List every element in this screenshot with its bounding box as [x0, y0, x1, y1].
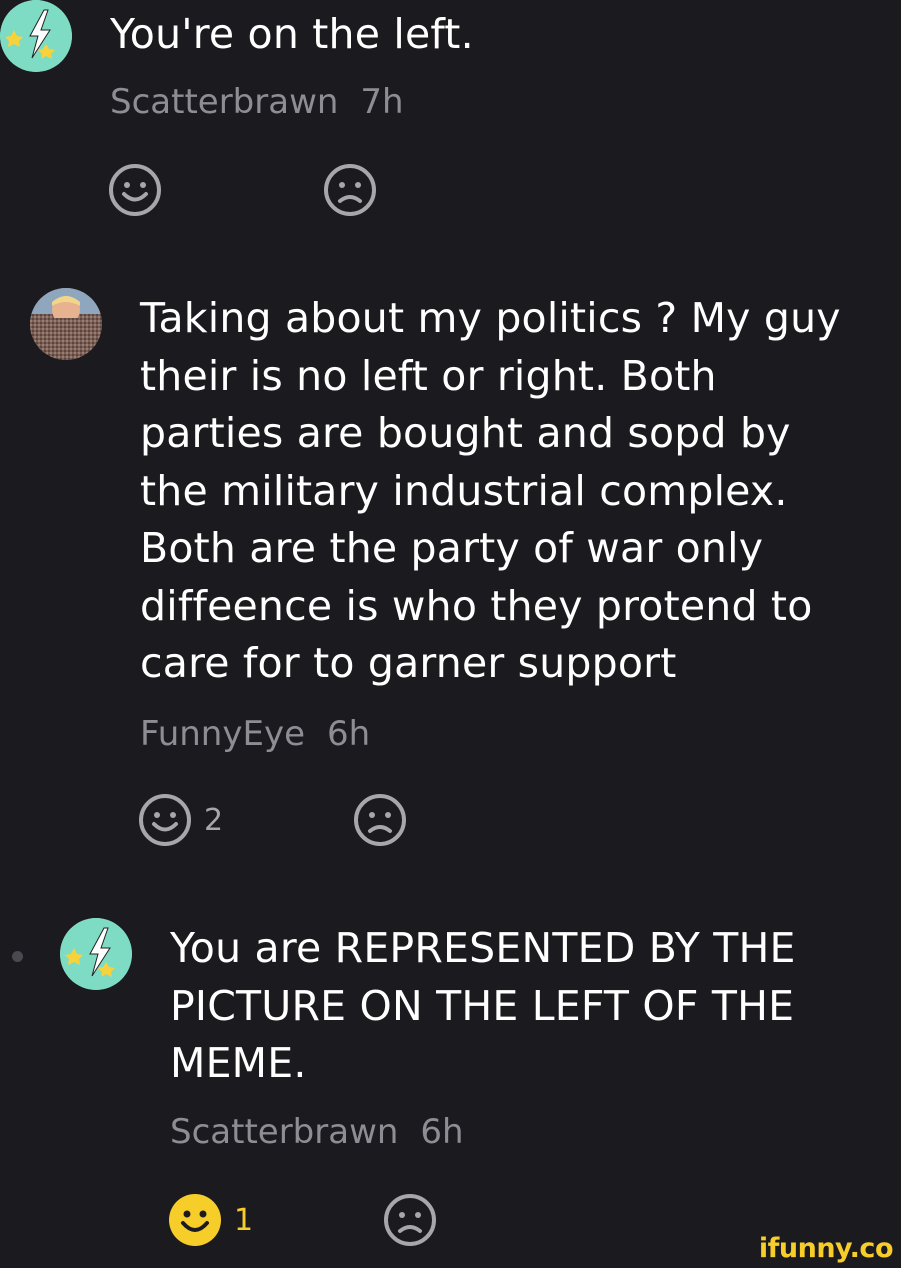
user-avatar[interactable] [30, 288, 102, 360]
photo-avatar-icon [30, 288, 102, 360]
ifunny-watermark: ifunny.co [758, 1233, 894, 1264]
comment-text: You're on the left. [110, 10, 474, 58]
user-avatar[interactable] [60, 918, 132, 990]
smile-filled-icon [169, 1194, 221, 1246]
dislike-button[interactable] [323, 163, 377, 217]
comment-meta: Scatterbrawn 7h [110, 82, 404, 122]
like-button[interactable]: 2 [138, 793, 223, 847]
lightning-stars-avatar-icon [0, 0, 72, 72]
timestamp: 6h [420, 1112, 464, 1152]
smile-icon [139, 794, 191, 846]
author-name[interactable]: Scatterbrawn [110, 82, 338, 122]
smile-icon [109, 164, 161, 216]
comment-meta: Scatterbrawn 6h [170, 1112, 464, 1152]
comment-1: You're on the left. Scatterbrawn 7h [0, 0, 901, 240]
author-name[interactable]: FunnyEye [140, 714, 305, 754]
timestamp: 6h [327, 714, 371, 754]
comment-text: You are REPRESENTED BY THE PICTURE ON TH… [170, 924, 796, 1087]
like-button[interactable]: 1 [168, 1193, 253, 1247]
timestamp: 7h [360, 82, 404, 122]
user-avatar[interactable] [0, 0, 72, 72]
thread-dot [12, 951, 23, 962]
frown-icon [324, 164, 376, 216]
comment-3: You are REPRESENTED BY THE PICTURE ON TH… [0, 910, 901, 1268]
like-button[interactable] [108, 163, 162, 217]
dislike-button[interactable] [353, 793, 407, 847]
like-count: 2 [204, 802, 224, 838]
frown-icon [354, 794, 406, 846]
comment-2: Taking about my politics ? My guy their … [0, 280, 901, 880]
comment-meta: FunnyEye 6h [140, 714, 370, 754]
frown-icon [384, 1194, 436, 1246]
like-count: 1 [234, 1202, 254, 1238]
comment-text: Taking about my politics ? My guy their … [140, 294, 841, 687]
dislike-button[interactable] [383, 1193, 437, 1247]
author-name[interactable]: Scatterbrawn [170, 1112, 398, 1152]
lightning-stars-avatar-icon [60, 918, 132, 990]
